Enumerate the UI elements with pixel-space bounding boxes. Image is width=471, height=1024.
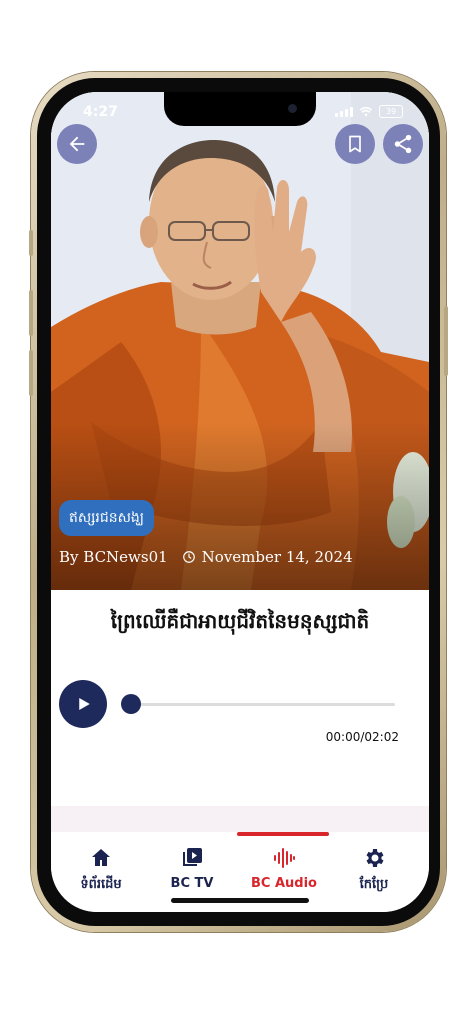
clock-icon [182, 551, 195, 563]
home-indicator [171, 898, 309, 903]
share-icon [394, 134, 412, 154]
audio-wave-icon [274, 848, 295, 868]
nav-item-home[interactable]: ទំព័រដើម [54, 846, 148, 895]
arrow-left-icon [69, 136, 85, 152]
status-time: 4:27 [83, 104, 118, 120]
mute-switch [29, 230, 33, 256]
bookmark-icon [349, 135, 361, 153]
wifi-icon [359, 106, 373, 117]
play-button[interactable] [59, 680, 107, 728]
bookmark-button[interactable] [335, 124, 375, 164]
volume-up-button [29, 290, 33, 336]
video-library-icon [183, 848, 202, 866]
nav-item-bc-tv[interactable]: BC TV [145, 846, 239, 891]
back-button[interactable] [57, 124, 97, 164]
nav-item-settings[interactable]: កែប្រែ [327, 846, 421, 895]
audio-time-display: 00:00/02:02 [325, 730, 399, 744]
article-meta: By BCNews01 November 14, 2024 [59, 548, 353, 566]
article-title: ព្រៃឈើគឺជាអាយុជីវិតនៃមនុស្សជាតិ [110, 609, 370, 633]
play-icon [79, 698, 90, 710]
power-button [444, 306, 448, 376]
author-label: By BCNews01 [59, 548, 168, 566]
date-group: November 14, 2024 [182, 548, 353, 566]
article-hero-image: ឥស្សរជនសង្ឃ By BCNews01 November 14, 202… [51, 92, 429, 590]
date-label: November 14, 2024 [201, 548, 353, 566]
nav-item-bc-audio[interactable]: BC Audio [237, 846, 331, 891]
battery-icon: 39 [379, 105, 403, 118]
active-tab-indicator [237, 832, 329, 836]
nav-label-bc-tv: BC TV [170, 876, 214, 891]
front-camera [288, 104, 297, 113]
category-tag[interactable]: ឥស្សរជនសង្ឃ [59, 500, 154, 536]
app-screen: ឥស្សរជនសង្ឃ By BCNews01 November 14, 202… [51, 92, 429, 912]
volume-down-button [29, 350, 33, 396]
nav-label-bc-audio: BC Audio [251, 876, 317, 891]
gear-icon [366, 849, 384, 867]
audio-progress-track[interactable] [131, 703, 395, 706]
share-button[interactable] [383, 124, 423, 164]
nav-label-home: ទំព័រដើម [80, 877, 122, 892]
home-icon [92, 849, 110, 866]
nav-label-settings: កែប្រែ [359, 877, 389, 892]
audio-seek-handle[interactable] [121, 694, 141, 714]
status-icons: 39 [335, 105, 403, 118]
signal-icon [335, 106, 353, 117]
notch [164, 92, 316, 126]
